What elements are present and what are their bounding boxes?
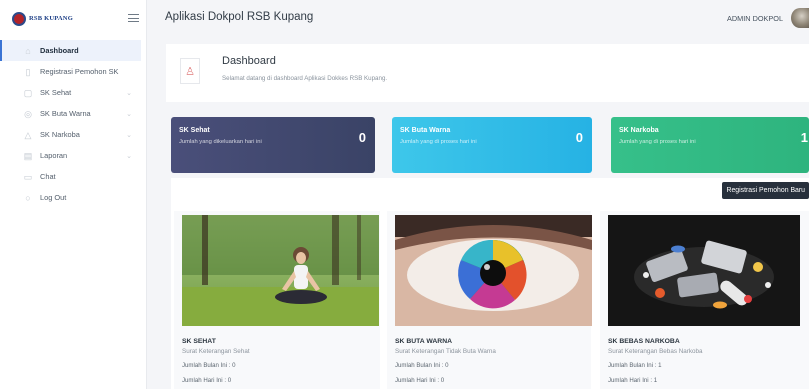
sidebar-item-label: Registrasi Pemohon SK bbox=[40, 67, 119, 76]
page-title: Dashboard bbox=[222, 55, 276, 67]
stat-title: SK Narkoba bbox=[619, 127, 659, 134]
avatar[interactable] bbox=[791, 8, 809, 28]
sk-card-month-count: Jumlah Bulan Ini : 0 bbox=[182, 362, 236, 369]
heart-icon: ▢ bbox=[23, 87, 33, 98]
stat-card-sk-buta-warna: SK Buta Warna Jumlah yang di proses hari… bbox=[392, 117, 592, 173]
sidebar-item-sk-narkoba[interactable]: △ SK Narkoba ⌄ bbox=[0, 124, 146, 145]
file-icon: ▯ bbox=[25, 66, 31, 77]
content-panel: Registrasi Pemohon Baru SK SEHAT Surat K… bbox=[171, 178, 809, 389]
sk-card-title: SK SEHAT bbox=[182, 338, 216, 345]
sidebar-item-dashboard[interactable]: ⌂ Dashboard bbox=[0, 40, 141, 61]
stat-description: Jumlah yang di proses hari ini bbox=[619, 139, 696, 145]
chevron-down-icon: ⌄ bbox=[126, 152, 132, 160]
sidebar-item-sk-buta-warna[interactable]: ◎ SK Buta Warna ⌄ bbox=[0, 103, 146, 124]
home-icon: ⌂ bbox=[25, 45, 31, 56]
sidebar-item-label: Chat bbox=[40, 172, 56, 181]
warning-icon: △ bbox=[24, 129, 32, 140]
chat-icon: ▭ bbox=[23, 171, 33, 182]
yoga-meditation-image bbox=[182, 215, 379, 326]
panel-toolbar: Registrasi Pemohon Baru bbox=[171, 178, 809, 205]
sidebar-nav: ⌂ Dashboard ▯ Registrasi Pemohon SK ▢ SK… bbox=[0, 37, 146, 208]
sk-card-sehat[interactable]: SK SEHAT Surat Keterangan Sehat Jumlah B… bbox=[174, 211, 380, 389]
sidebar-item-log-out[interactable]: ○ Log Out bbox=[0, 187, 146, 208]
sk-card-today-count: Jumlah Hari Ini : 1 bbox=[608, 377, 658, 384]
sidebar-item-sk-sehat[interactable]: ▢ SK Sehat ⌄ bbox=[0, 82, 146, 103]
sidebar: RSB KUPANG ⌂ Dashboard ▯ Registrasi Pemo… bbox=[0, 0, 147, 389]
eye-illustration bbox=[395, 215, 592, 326]
page-header: ♙ Dashboard Selamat datang di dashboard … bbox=[166, 44, 809, 102]
stat-card-sk-narkoba: SK Narkoba Jumlah yang di proses hari in… bbox=[611, 117, 809, 173]
chevron-down-icon: ⌄ bbox=[126, 131, 132, 139]
top-bar: Aplikasi Dokpol RSB Kupang ADMIN DOKPOL bbox=[0, 0, 809, 37]
hamburger-menu-icon[interactable] bbox=[128, 14, 139, 22]
eye-icon: ◎ bbox=[24, 108, 32, 119]
yoga-illustration bbox=[182, 215, 379, 326]
stat-card-sk-sehat: SK Sehat Jumlah yang dikeluarkan hari in… bbox=[171, 117, 375, 173]
sk-card-buta-warna[interactable]: SK BUTA WARNA Surat Keterangan Tidak But… bbox=[387, 211, 592, 389]
stat-title: SK Buta Warna bbox=[400, 127, 451, 134]
sidebar-item-label: Laporan bbox=[40, 151, 68, 160]
chevron-down-icon: ⌄ bbox=[126, 110, 132, 118]
sk-card-bebas-narkoba[interactable]: SK BEBAS NARKOBA Surat Keterangan Bebas … bbox=[600, 211, 809, 389]
sk-card-title: SK BUTA WARNA bbox=[395, 338, 453, 345]
sk-card-body: SK BUTA WARNA Surat Keterangan Tidak But… bbox=[395, 338, 496, 384]
stat-value: 0 bbox=[575, 130, 583, 145]
sidebar-item-registrasi[interactable]: ▯ Registrasi Pemohon SK bbox=[0, 61, 146, 82]
logout-icon: ○ bbox=[25, 192, 31, 203]
new-registration-button[interactable]: Registrasi Pemohon Baru bbox=[722, 182, 809, 199]
sk-card-body: SK SEHAT Surat Keterangan Sehat Jumlah B… bbox=[182, 338, 250, 384]
user-name[interactable]: ADMIN DOKPOL bbox=[727, 14, 783, 23]
sidebar-item-label: SK Sehat bbox=[40, 88, 72, 97]
sk-card-subtitle: Surat Keterangan Sehat bbox=[182, 348, 250, 355]
stat-description: Jumlah yang di proses hari ini bbox=[400, 139, 477, 145]
page-subtitle: Selamat datang di dashboard Aplikasi Dok… bbox=[222, 75, 388, 82]
sk-card-subtitle: Surat Keterangan Tidak Buta Warna bbox=[395, 348, 496, 355]
stat-description: Jumlah yang dikeluarkan hari ini bbox=[179, 139, 262, 145]
report-icon: ▤ bbox=[23, 150, 33, 161]
bell-icon: ♙ bbox=[180, 58, 200, 84]
sk-card-month-count: Jumlah Bulan Ini : 1 bbox=[608, 362, 662, 369]
sk-card-today-count: Jumlah Hari Ini : 0 bbox=[182, 377, 232, 384]
sidebar-item-label: SK Narkoba bbox=[40, 130, 80, 139]
stat-value: 0 bbox=[358, 130, 366, 145]
colorful-eye-image bbox=[395, 215, 592, 326]
sk-card-today-count: Jumlah Hari Ini : 0 bbox=[395, 377, 445, 384]
stat-title: SK Sehat bbox=[179, 127, 210, 134]
chevron-down-icon: ⌄ bbox=[126, 89, 132, 97]
app-title: Aplikasi Dokpol RSB Kupang bbox=[165, 11, 314, 23]
sidebar-item-label: SK Buta Warna bbox=[40, 109, 91, 118]
sidebar-item-chat[interactable]: ▭ Chat bbox=[0, 166, 146, 187]
pills-illustration bbox=[608, 215, 800, 326]
sidebar-item-label: Log Out bbox=[40, 193, 67, 202]
sk-card-subtitle: Surat Keterangan Bebas Narkoba bbox=[608, 348, 703, 355]
sk-card-body: SK BEBAS NARKOBA Surat Keterangan Bebas … bbox=[608, 338, 703, 384]
pills-image bbox=[608, 215, 800, 326]
sidebar-item-laporan[interactable]: ▤ Laporan ⌄ bbox=[0, 145, 146, 166]
sk-card-month-count: Jumlah Bulan Ini : 0 bbox=[395, 362, 449, 369]
stat-value: 1 bbox=[800, 130, 808, 145]
sk-card-title: SK BEBAS NARKOBA bbox=[608, 338, 680, 345]
sidebar-item-label: Dashboard bbox=[40, 46, 79, 55]
